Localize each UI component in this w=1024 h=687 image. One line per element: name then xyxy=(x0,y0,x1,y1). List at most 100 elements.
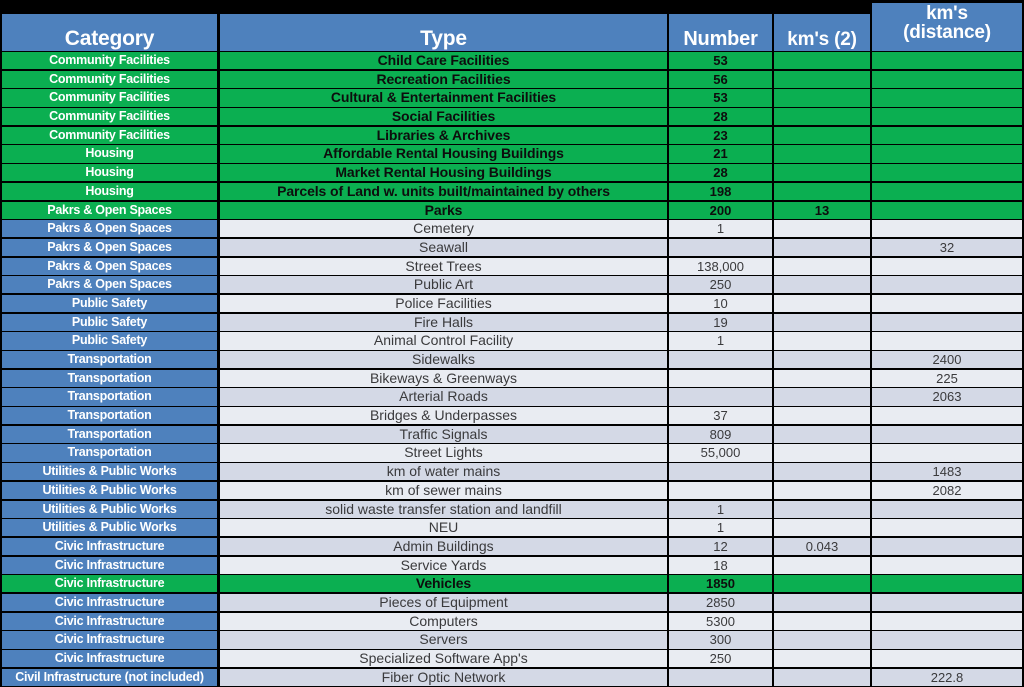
cell-km-2[interactable] xyxy=(774,108,870,126)
cell-km-distance[interactable] xyxy=(872,70,1022,88)
table-row[interactable]: Civic Infrastructure Computers 5300 xyxy=(0,612,1024,632)
cell-number[interactable]: 1 xyxy=(669,519,772,537)
table-row[interactable]: Community Facilities Cultural & Entertain… xyxy=(0,89,1024,108)
cell-number[interactable]: 1850 xyxy=(669,575,772,593)
cell-km-distance[interactable]: 225 xyxy=(872,369,1022,387)
table-row[interactable]: Transportation Bikeways & Greenways 225 xyxy=(0,369,1024,389)
cell-km-distance[interactable] xyxy=(872,425,1022,443)
cell-km-2[interactable] xyxy=(774,52,870,70)
cell-number[interactable]: 56 xyxy=(669,70,772,88)
cell-km-2[interactable] xyxy=(774,294,870,313)
cell-number[interactable]: 5300 xyxy=(669,612,772,630)
table-row[interactable]: Public Safety Animal Control Facility 1 xyxy=(0,332,1024,351)
cell-km-2[interactable] xyxy=(774,481,870,499)
cell-km-distance[interactable] xyxy=(872,145,1022,163)
cell-type[interactable]: Service Yards xyxy=(220,556,667,574)
cell-km-2[interactable] xyxy=(774,444,870,462)
cell-number[interactable]: 23 xyxy=(669,126,772,144)
table-row[interactable]: Transportation Arterial Roads 2063 xyxy=(0,388,1024,407)
cell-category[interactable]: Civic Infrastructure xyxy=(2,575,217,593)
table-row[interactable]: Housing Affordable Rental Housing Buildin… xyxy=(0,145,1024,164)
cell-type[interactable]: Recreation Facilities xyxy=(220,70,667,88)
cell-km-distance[interactable]: 32 xyxy=(872,238,1022,257)
cell-type[interactable]: Child Care Facilities xyxy=(220,52,667,70)
cell-category[interactable]: Pakrs & Open Spaces xyxy=(2,220,217,238)
table-row[interactable]: Pakrs & Open Spaces Cemetery 1 xyxy=(0,220,1024,239)
cell-number[interactable]: 53 xyxy=(669,89,772,107)
cell-category[interactable]: Community Facilities xyxy=(2,70,217,88)
cell-category[interactable]: Transportation xyxy=(2,388,217,406)
column-header-km-2[interactable]: km's (2) xyxy=(774,14,870,51)
cell-number[interactable]: 250 xyxy=(669,276,772,294)
cell-type[interactable]: Parks xyxy=(220,201,667,219)
cell-type[interactable]: NEU xyxy=(220,519,667,537)
cell-category[interactable]: Public Safety xyxy=(2,332,217,350)
table-row[interactable]: Civic Infrastructure Servers 300 xyxy=(0,631,1024,650)
cell-category[interactable]: Housing xyxy=(2,164,217,182)
table-row[interactable]: Civic Infrastructure Pieces of Equipment 2… xyxy=(0,593,1024,613)
cell-number[interactable]: 300 xyxy=(669,631,772,649)
cell-km-distance[interactable] xyxy=(872,631,1022,649)
cell-type[interactable]: Affordable Rental Housing Buildings xyxy=(220,145,667,163)
cell-type[interactable]: km of water mains xyxy=(220,463,667,481)
cell-type[interactable]: Bridges & Underpasses xyxy=(220,407,667,425)
cell-number[interactable]: 28 xyxy=(669,108,772,126)
cell-category[interactable]: Civic Infrastructure xyxy=(2,593,217,612)
cell-km-distance[interactable]: 2400 xyxy=(872,351,1022,369)
cell-category[interactable]: Transportation xyxy=(2,351,217,369)
cell-number[interactable]: 200 xyxy=(669,201,772,219)
cell-number[interactable]: 37 xyxy=(669,407,772,425)
cell-type[interactable]: Admin Buildings xyxy=(220,537,667,556)
cell-km-2[interactable] xyxy=(774,500,870,518)
cell-km-distance[interactable]: 1483 xyxy=(872,463,1022,481)
cell-category[interactable]: Civic Infrastructure xyxy=(2,537,217,556)
cell-km-2[interactable] xyxy=(774,257,870,275)
cell-category[interactable]: Civil Infrastructure (not included) xyxy=(2,668,217,686)
cell-km-2[interactable] xyxy=(774,126,870,144)
cell-type[interactable]: Fiber Optic Network xyxy=(220,668,667,686)
cell-category[interactable]: Transportation xyxy=(2,425,217,443)
cell-km-2[interactable] xyxy=(774,276,870,294)
cell-category[interactable]: Transportation xyxy=(2,444,217,462)
cell-km-2[interactable] xyxy=(774,556,870,574)
cell-number[interactable] xyxy=(669,238,772,257)
cell-km-distance[interactable] xyxy=(872,612,1022,630)
cell-km-distance[interactable] xyxy=(872,650,1022,668)
table-row[interactable]: Housing Parcels of Land w. units built/ma… xyxy=(0,182,1024,202)
cell-number[interactable]: 18 xyxy=(669,556,772,574)
cell-km-2[interactable] xyxy=(774,238,870,257)
cell-type[interactable]: Seawall xyxy=(220,238,667,257)
cell-number[interactable]: 250 xyxy=(669,650,772,668)
table-row[interactable]: Pakrs & Open Spaces Parks 200 13 xyxy=(0,201,1024,221)
cell-type[interactable]: Street Trees xyxy=(220,257,667,275)
cell-category[interactable]: Civic Infrastructure xyxy=(2,631,217,649)
cell-type[interactable]: Cemetery xyxy=(220,220,667,238)
cell-category[interactable]: Community Facilities xyxy=(2,108,217,126)
cell-km-2[interactable] xyxy=(774,164,870,182)
cell-km-distance[interactable] xyxy=(872,519,1022,537)
cell-number[interactable] xyxy=(669,351,772,369)
cell-km-distance[interactable] xyxy=(872,575,1022,593)
cell-km-2[interactable] xyxy=(774,145,870,163)
cell-type[interactable]: Public Art xyxy=(220,276,667,294)
cell-category[interactable]: Public Safety xyxy=(2,313,217,331)
cell-km-2[interactable] xyxy=(774,70,870,88)
cell-type[interactable]: Cultural & Entertainment Facilities xyxy=(220,89,667,107)
cell-km-2[interactable] xyxy=(774,369,870,387)
table-row[interactable]: Pakrs & Open Spaces Street Trees 138,000 xyxy=(0,257,1024,277)
cell-km-distance[interactable] xyxy=(872,201,1022,219)
cell-type[interactable]: Sidewalks xyxy=(220,351,667,369)
cell-type[interactable]: Animal Control Facility xyxy=(220,332,667,350)
cell-number[interactable] xyxy=(669,388,772,406)
cell-number[interactable]: 10 xyxy=(669,294,772,313)
cell-km-2[interactable] xyxy=(774,182,870,200)
table-row[interactable]: Public Safety Fire Halls 19 xyxy=(0,313,1024,333)
table-row[interactable]: Transportation Sidewalks 2400 xyxy=(0,351,1024,370)
cell-km-distance[interactable] xyxy=(872,593,1022,612)
cell-km-2[interactable] xyxy=(774,631,870,649)
cell-km-2[interactable] xyxy=(774,519,870,537)
table-row[interactable]: Transportation Traffic Signals 809 xyxy=(0,425,1024,445)
cell-km-distance[interactable] xyxy=(872,126,1022,144)
table-row[interactable]: Civil Infrastructure (not included) Fiber… xyxy=(0,668,1024,687)
cell-number[interactable]: 1 xyxy=(669,500,772,518)
